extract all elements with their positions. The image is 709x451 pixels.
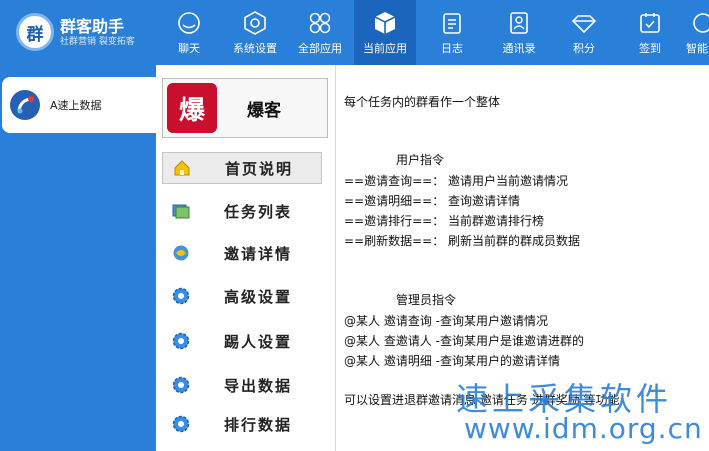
nav-contacts[interactable]: 通讯录 [494,0,544,65]
gear-icon [172,332,190,350]
menu-home-intro[interactable]: 首页说明 [162,152,322,184]
nav-label: 智能 [686,42,708,55]
app-entry-icon [10,90,40,120]
gear-icon [172,376,190,394]
menu-invite-detail[interactable]: 邀请详情 [162,237,322,269]
nav-smart[interactable]: 智能 [686,0,709,65]
app-slogan: 社群营销 裂变拓客 [60,37,135,47]
all-apps-icon [309,12,331,34]
admin-command-line: @某人 查邀请人 -查询某用户是谁邀请进群的 [344,334,584,348]
app-menu-panel: 爆 爆客 首页说明 任务列表 邀请详情 高级设置 踢人设置 导出数据 排行数据 [156,65,336,451]
menu-kick-settings[interactable]: 踢人设置 [162,325,322,357]
nav-label: 全部应用 [298,42,342,55]
nav-label: 签到 [639,42,661,55]
menu-label: 踢人设置 [224,332,293,351]
user-command-line: ==刷新数据==： 刷新当前群的群成员数据 [344,234,581,248]
nav-label: 积分 [573,42,595,55]
intro-text: 每个任务内的群看作一个整体 [344,95,501,109]
nav-checkin[interactable]: 签到 [630,0,670,65]
nav-log[interactable]: 日志 [430,0,474,65]
smart-icon [693,13,709,33]
menu-label: 邀请详情 [224,244,293,263]
menu-advanced-settings[interactable]: 高级设置 [162,280,322,312]
user-command-line: ==邀请排行==： 当前群邀请排行榜 [344,214,545,228]
gear-icon [172,287,190,305]
menu-label: 导出数据 [224,376,293,395]
nav-label: 当前应用 [363,42,407,55]
log-icon [443,13,461,34]
logo-badge: 群 [16,13,54,51]
app-logo: 群 群客助手 社群营销 裂变拓客 [16,10,166,54]
checkin-icon [640,13,660,33]
user-commands-title: 用户指令 [396,153,445,167]
home-icon [174,160,190,176]
nav-points[interactable]: 积分 [564,0,604,65]
menu-task-list[interactable]: 任务列表 [162,195,322,227]
contacts-icon [510,12,528,34]
app-card-title: 爆客 [247,100,281,121]
invite-detail-icon [173,245,189,261]
sidebar-app-entry[interactable]: A速上数据 [2,77,156,133]
menu-label: 排行数据 [224,415,293,434]
app-card: 爆 爆客 [162,78,328,138]
watermark-url: www.idm.org.cn [464,412,703,445]
app-entry-label: A速上数据 [50,99,102,112]
menu-ranking-data[interactable]: 排行数据 [162,408,322,440]
current-app-cube-icon [374,12,396,34]
nav-label: 系统设置 [233,42,277,55]
nav-system-settings[interactable]: 系统设置 [224,0,286,65]
nav-label: 日志 [441,42,463,55]
gear-icon [172,415,190,433]
nav-all-apps[interactable]: 全部应用 [292,0,348,65]
settings-hexagon-icon [244,11,266,35]
menu-label: 高级设置 [224,287,293,306]
app-card-image: 爆 [167,83,217,133]
admin-command-line: @某人 邀请明细 -查询某用户的邀请详情 [344,354,560,368]
chat-icon [178,12,200,34]
task-list-icon [172,204,190,219]
user-command-line: ==邀请明细==： 查询邀请详情 [344,194,521,208]
points-diamond-icon [571,15,597,34]
top-bar: 群 群客助手 社群营销 裂变拓客 聊天 系统设置 全部应用 当前应用 日志 通讯… [0,0,709,65]
menu-label: 首页说明 [225,159,294,178]
left-sidebar: A速上数据 [0,65,156,451]
nav-label: 通讯录 [502,42,536,55]
nav-chat[interactable]: 聊天 [168,0,210,65]
menu-label: 任务列表 [224,202,293,221]
user-command-line: ==邀请查询==： 邀请用户当前邀请情况 [344,174,569,188]
admin-command-line: @某人 邀请查询 -查询某用户邀请情况 [344,314,548,328]
nav-label: 聊天 [178,42,200,55]
menu-export-data[interactable]: 导出数据 [162,369,322,401]
nav-current-app[interactable]: 当前应用 [354,0,416,65]
admin-commands-title: 管理员指令 [396,293,457,307]
